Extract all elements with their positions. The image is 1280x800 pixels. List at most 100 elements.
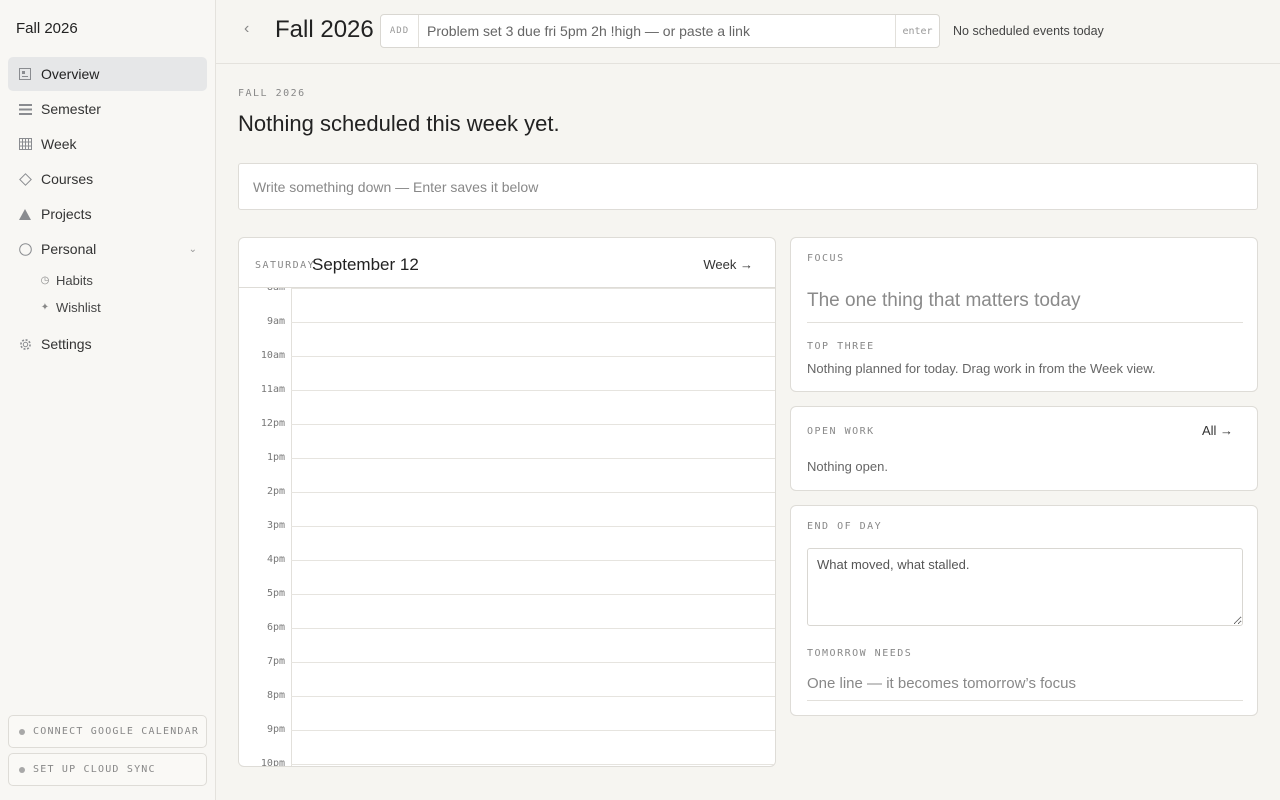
sidebar-item-personal[interactable]: Personal ⌄ [8,232,207,266]
hour-label: 10am [260,350,285,361]
sidebar: Fall 2026 Overview Semester Week Courses [0,0,216,800]
enter-hint: enter [895,15,939,47]
hour-gridline [291,458,775,459]
sidebar-item-week[interactable]: Week [8,127,207,161]
hour-gridline [291,730,775,731]
hour-label: 1pm [266,452,285,463]
hour-gridline [291,288,775,289]
day-header: SATURDAY September 12 Week → [239,238,775,288]
sidebar-item-label: Overview [41,66,100,82]
hour-gridline [291,560,775,561]
end-of-day-eyebrow: END OF DAY [807,521,883,532]
hour-label: 11am [260,384,285,395]
status-dot [19,766,25,773]
top-three-empty: Nothing planned for today. Drag work in … [807,361,1156,376]
hour-gridline [291,594,775,595]
grid-icon [18,137,32,151]
tomorrow-needs-input[interactable] [807,667,1243,701]
sidebar-item-label: Courses [41,171,94,187]
list-icon [18,102,32,116]
hour-label: 9am [266,316,285,327]
focus-eyebrow: FOCUS [807,253,845,264]
hour-label: 7pm [266,656,285,667]
day-timeline-card: SATURDAY September 12 Week → 8am 9am 10am 1… [238,237,776,767]
sidebar-subitem-label: Habits [56,273,93,288]
top-header: ‹ Fall 2026 ADD enter No scheduled event… [216,0,1280,64]
focus-card: FOCUS TOP THREE Nothing planned for toda… [790,237,1258,392]
hour-gridline [291,492,775,493]
sparkle-icon: ✦ [40,302,50,313]
sidebar-item-projects[interactable]: Projects [8,197,207,231]
clock-icon: ◷ [40,275,50,286]
hour-gridline [291,662,775,663]
sidebar-item-label: Week [41,136,77,152]
sidebar-item-semester[interactable]: Semester [8,92,207,126]
hour-gridline [291,764,775,765]
end-of-day-textarea[interactable] [807,548,1243,626]
all-open-work-link[interactable]: All → [1202,423,1233,438]
quick-add-bar: ADD enter [380,14,940,48]
overview-icon [18,67,32,81]
connect-google-calendar-label: CONNECT GOOGLE CALENDAR [33,726,200,737]
day-date: September 12 [312,255,419,274]
brand-title: Fall 2026 [16,20,78,37]
hour-gridline [291,424,775,425]
section-eyebrow: FALL 2026 [238,88,306,99]
sidebar-item-label: Projects [41,206,92,222]
hour-gridline [291,526,775,527]
hour-label: 8am [239,288,285,293]
open-work-card: OPEN WORK All → Nothing open. [790,406,1258,491]
status-text: No scheduled events today [953,24,1104,38]
week-view-link[interactable]: Week → [703,257,753,272]
connect-google-calendar-button[interactable]: CONNECT GOOGLE CALENDAR [8,715,207,748]
status-dot [19,728,25,735]
day-weekday: SATURDAY [255,260,316,271]
capture-input[interactable] [239,164,1257,209]
hour-label: 6pm [266,622,285,633]
sidebar-subitem-label: Wishlist [56,300,101,315]
timeline-divider [291,288,292,766]
hour-gridline [291,390,775,391]
page-title: Fall 2026 [275,16,374,43]
sidebar-item-label: Semester [41,101,101,117]
hour-label: 9pm [266,724,285,735]
sidebar-nav: Overview Semester Week Courses Projects [8,57,207,362]
gear-icon [18,337,32,351]
sidebar-item-label: Settings [41,336,92,352]
hour-label: 5pm [266,588,285,599]
add-tag: ADD [381,15,419,47]
sidebar-subitem-habits[interactable]: ◷ Habits [8,267,207,294]
capture-box [238,163,1258,210]
triangle-icon [18,207,32,221]
cloud-sync-button[interactable]: SET UP CLOUD SYNC [8,753,207,786]
sidebar-item-label: Personal [41,241,97,257]
hour-gridline [291,696,775,697]
chevron-left-icon[interactable]: ‹ [244,20,249,38]
hour-label: 3pm [266,520,285,531]
hour-gridline [291,628,775,629]
hour-label: 2pm [266,486,285,497]
timeline[interactable]: 8am 9am 10am 11am 12pm 1pm 2pm 3pm 4pm 5pm 6pm 7pm 8… [239,288,775,766]
end-of-day-card: END OF DAY TOMORROW NEEDS [790,505,1258,716]
top-three-label: TOP THREE [807,341,875,352]
sidebar-item-overview[interactable]: Overview [8,57,207,91]
hour-label: 12pm [260,418,285,429]
section-title: Nothing scheduled this week yet. [238,111,560,136]
open-work-eyebrow: OPEN WORK [807,426,875,437]
circle-icon [18,242,32,256]
hour-label: 8pm [266,690,285,701]
focus-input[interactable] [807,280,1243,323]
quick-add-input[interactable] [419,15,895,47]
sidebar-item-settings[interactable]: Settings [8,327,207,361]
sidebar-subitem-wishlist[interactable]: ✦ Wishlist [8,294,207,321]
hour-label: 10pm [260,758,285,766]
diamond-icon [18,172,32,186]
tomorrow-needs-label: TOMORROW NEEDS [807,648,913,659]
open-work-empty: Nothing open. [807,459,888,474]
sidebar-item-courses[interactable]: Courses [8,162,207,196]
chevron-down-icon[interactable]: ⌄ [189,244,197,255]
hour-label: 4pm [266,554,285,565]
cloud-sync-label: SET UP CLOUD SYNC [33,764,156,775]
hour-gridline [291,356,775,357]
hour-gridline [291,322,775,323]
